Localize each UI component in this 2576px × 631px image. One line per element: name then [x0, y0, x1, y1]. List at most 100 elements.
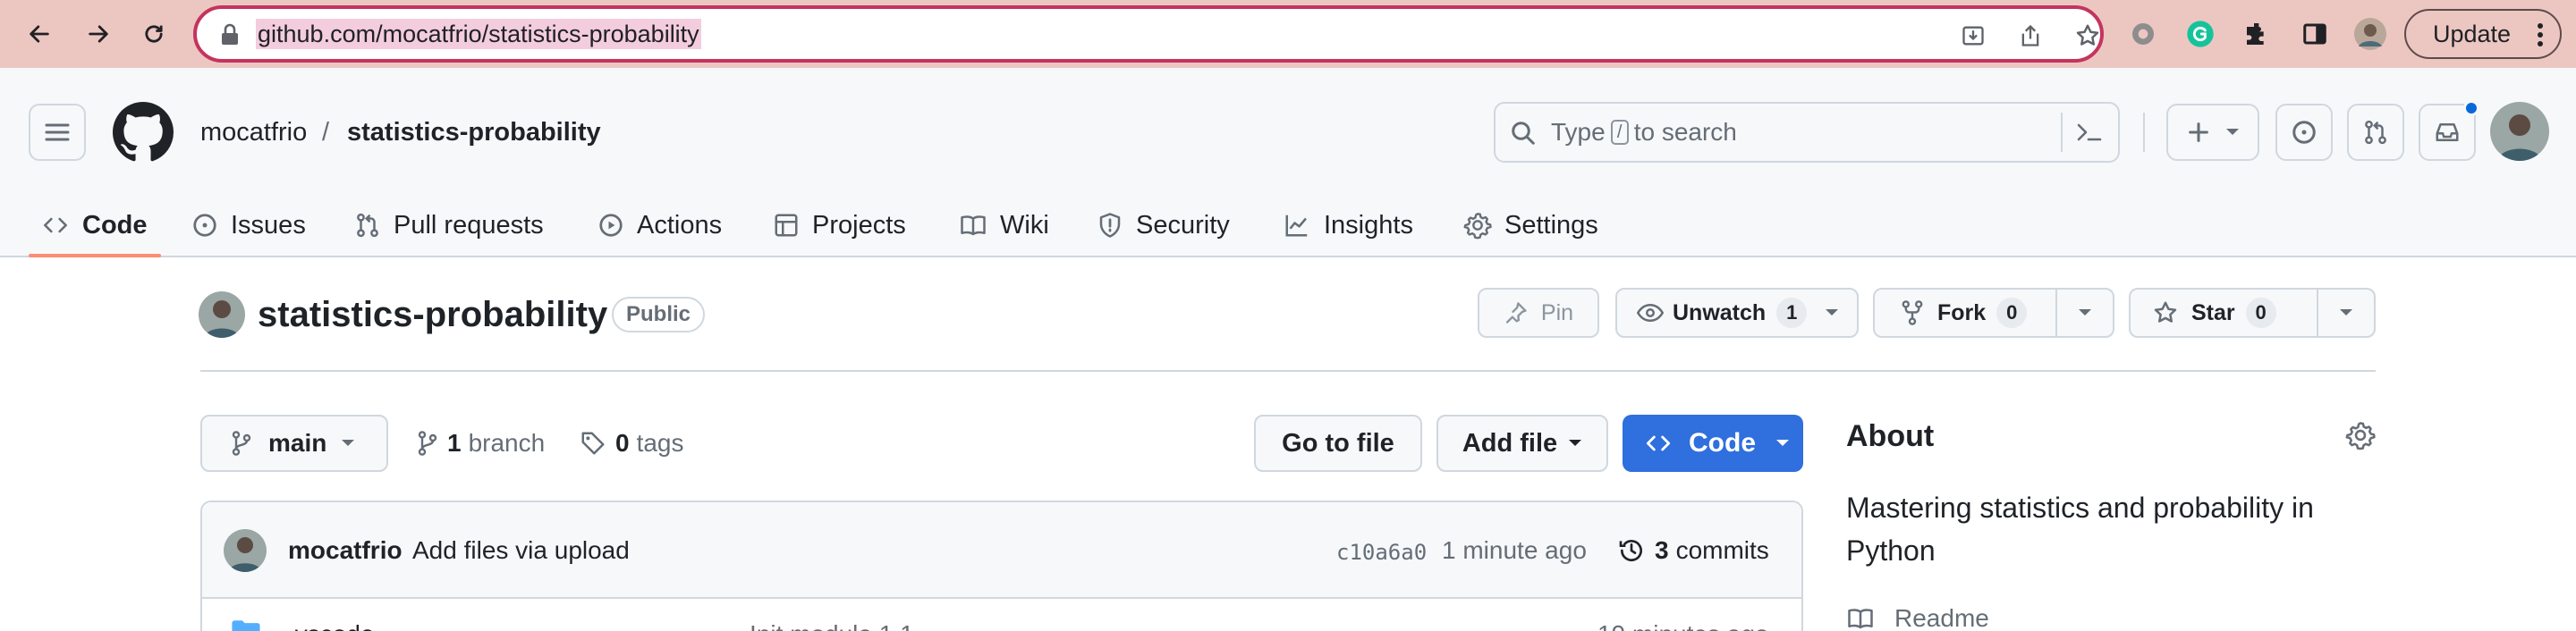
- lock-icon: [222, 23, 238, 45]
- forward-button[interactable]: [77, 13, 120, 55]
- active-tab-indicator: [29, 254, 161, 257]
- branch-count: 1: [447, 429, 462, 457]
- repo-title[interactable]: statistics-probability: [258, 293, 607, 336]
- play-icon: [599, 214, 623, 237]
- eye-icon: [1637, 303, 1664, 323]
- breadcrumb-owner[interactable]: mocatfrio: [200, 114, 307, 150]
- extensions-button[interactable]: [2241, 18, 2274, 50]
- commit-message[interactable]: Add files via upload: [412, 533, 630, 568]
- file-commit-message[interactable]: Init module 1.1: [750, 617, 914, 631]
- file-name[interactable]: .vscode: [288, 617, 375, 631]
- chevron-down-icon: [2079, 309, 2091, 316]
- tab-issues[interactable]: Issues: [191, 193, 306, 257]
- user-avatar[interactable]: [2490, 102, 2549, 161]
- book-icon: [1848, 609, 1873, 629]
- side-panel-button[interactable]: [2299, 18, 2331, 50]
- reload-icon: [145, 25, 163, 43]
- update-button[interactable]: Update: [2404, 9, 2562, 59]
- star-dropdown-button[interactable]: [2318, 290, 2374, 336]
- tab-wiki[interactable]: Wiki: [959, 193, 1049, 257]
- book-icon: [961, 215, 986, 236]
- commit-author-avatar[interactable]: [224, 529, 267, 572]
- address-bar[interactable]: github.com/mocatfrio/statistics-probabil…: [193, 5, 2104, 63]
- install-app-button[interactable]: [1959, 21, 1987, 50]
- tab-code[interactable]: Code: [41, 193, 148, 257]
- commits-link[interactable]: 3 commits: [1617, 533, 1769, 568]
- bookmark-button[interactable]: [2073, 21, 2102, 50]
- reload-button[interactable]: [132, 13, 175, 55]
- github-logo-icon[interactable]: [113, 102, 174, 163]
- fork-button[interactable]: Fork 0: [1875, 290, 2055, 336]
- hamburger-icon: [45, 123, 70, 141]
- issue-icon: [193, 214, 216, 237]
- chevron-down-icon: [1826, 309, 1839, 316]
- command-palette-icon[interactable]: [2075, 120, 2104, 145]
- history-icon: [1619, 540, 1642, 561]
- header-divider: [2143, 113, 2145, 152]
- pull-requests-button[interactable]: [2347, 104, 2404, 161]
- pin-icon: [1505, 302, 1527, 324]
- share-icon: [2021, 24, 2039, 46]
- chevron-down-icon: [342, 440, 355, 446]
- tab-actions[interactable]: Actions: [597, 193, 722, 257]
- tab-security[interactable]: Security: [1097, 193, 1230, 257]
- fork-icon: [1902, 300, 1923, 325]
- search-icon: [1512, 122, 1535, 145]
- profile-button[interactable]: [2354, 18, 2386, 50]
- share-button[interactable]: [2016, 21, 2045, 50]
- commit-author[interactable]: mocatfrio: [288, 533, 402, 568]
- puzzle-icon: [2247, 23, 2264, 45]
- tags-link[interactable]: 0 tags: [580, 425, 684, 461]
- update-label: Update: [2433, 20, 2512, 47]
- side-panel-icon: [2303, 23, 2326, 45]
- global-nav-menu-button[interactable]: [29, 104, 86, 161]
- extension-gear-button[interactable]: [2127, 18, 2159, 50]
- inbox-button[interactable]: [2419, 100, 2479, 161]
- tab-projects[interactable]: Projects: [773, 193, 906, 257]
- tag-icon: [581, 432, 605, 455]
- branch-name: main: [268, 429, 327, 457]
- back-button[interactable]: [18, 13, 61, 55]
- issue-icon: [2292, 121, 2316, 144]
- repo-nav-tabs: Code Issues Pull requests Actions Projec…: [0, 193, 2576, 257]
- gear-icon: [2132, 23, 2154, 45]
- grammarly-icon: [2187, 21, 2214, 47]
- grammarly-button[interactable]: [2184, 18, 2216, 50]
- branch-icon: [418, 431, 437, 456]
- branch-word: branch: [468, 429, 546, 457]
- branches-link[interactable]: 1 branch: [417, 425, 545, 461]
- url-text: github.com/mocatfrio/statistics-probabil…: [256, 19, 701, 49]
- go-to-file-button[interactable]: Go to file: [1254, 415, 1422, 472]
- kebab-menu-icon: [2538, 23, 2543, 46]
- code-dropdown-button[interactable]: Code: [1623, 415, 1803, 472]
- star-button[interactable]: Star 0: [2131, 290, 2317, 336]
- owner-avatar[interactable]: [199, 291, 245, 338]
- commit-sha[interactable]: c10a6a0: [1336, 534, 1427, 570]
- search-input[interactable]: Type / to search: [1494, 102, 2120, 163]
- tag-word: tags: [636, 429, 684, 457]
- branch-selector[interactable]: main: [200, 415, 388, 472]
- fork-dropdown-button[interactable]: [2057, 290, 2113, 336]
- tag-count: 0: [615, 429, 630, 457]
- breadcrumb-separator: /: [322, 118, 330, 147]
- pin-button[interactable]: Pin: [1478, 288, 1599, 338]
- star-icon: [2076, 24, 2099, 46]
- avatar-image: [2490, 102, 2549, 161]
- title-divider: [200, 370, 2376, 372]
- github-header: mocatfrio / statistics-probability Type …: [0, 68, 2576, 257]
- inbox-icon: [2436, 123, 2459, 141]
- gear-icon[interactable]: [2345, 420, 2376, 450]
- search-divider: [2061, 113, 2063, 152]
- add-file-button[interactable]: Add file: [1436, 415, 1608, 472]
- readme-link[interactable]: Readme: [1846, 601, 1989, 631]
- tab-insights[interactable]: Insights: [1283, 193, 1413, 257]
- tab-pull-requests[interactable]: Pull requests: [354, 193, 544, 257]
- unwatch-button[interactable]: Unwatch 1: [1615, 288, 1859, 338]
- issues-button[interactable]: [2275, 104, 2333, 161]
- commit-time: 1 minute ago: [1442, 536, 1587, 564]
- create-new-button[interactable]: [2166, 104, 2259, 161]
- tab-settings[interactable]: Settings: [1463, 193, 1598, 257]
- breadcrumb-repo[interactable]: statistics-probability: [347, 114, 601, 150]
- chevron-down-icon: [2340, 309, 2352, 316]
- branch-icon: [232, 431, 251, 456]
